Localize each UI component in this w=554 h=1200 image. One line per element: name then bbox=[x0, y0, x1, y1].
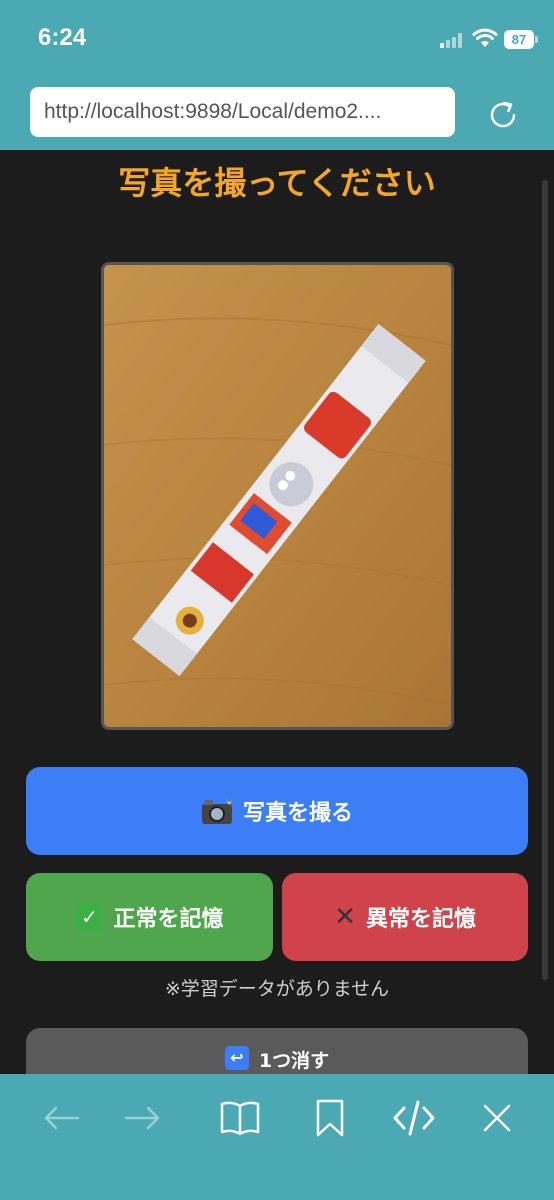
close-icon[interactable] bbox=[475, 1096, 519, 1140]
save-abnormal-button[interactable]: ✕ 異常を記憶 bbox=[282, 873, 528, 961]
x-mark-icon: ✕ bbox=[334, 902, 356, 932]
return-arrow-icon: ↩ bbox=[224, 1046, 249, 1070]
book-icon[interactable] bbox=[218, 1096, 262, 1140]
forward-arrow-icon[interactable] bbox=[120, 1096, 164, 1140]
browser-toolbar bbox=[0, 1074, 554, 1200]
undo-one-button[interactable]: ↩ 1つ消す bbox=[26, 1028, 528, 1074]
captured-photo bbox=[104, 265, 451, 727]
page-title: 写真を撮ってください bbox=[118, 164, 436, 202]
status-bar: 6:24 87 bbox=[0, 0, 554, 80]
bookmark-icon[interactable] bbox=[308, 1096, 352, 1140]
capture-photo-label: 写真を撮る bbox=[242, 801, 353, 826]
battery-icon: 87 bbox=[504, 30, 538, 49]
check-mark-icon: ✓ bbox=[75, 903, 104, 931]
reload-icon[interactable] bbox=[484, 96, 522, 134]
scrollbar[interactable] bbox=[542, 180, 548, 980]
camera-preview bbox=[101, 262, 454, 730]
wifi-icon bbox=[472, 28, 498, 47]
save-normal-button[interactable]: ✓ 正常を記憶 bbox=[26, 873, 273, 961]
page-content: 写真を撮ってください 写真を撮る ✓ 正常を記憶 ✕ 異常を記憶 ※学習データが… bbox=[0, 150, 554, 1074]
save-normal-label: 正常を記憶 bbox=[113, 907, 224, 932]
save-abnormal-label: 異常を記憶 bbox=[365, 907, 476, 932]
undo-one-label: 1つ消す bbox=[258, 1050, 330, 1072]
capture-photo-button[interactable]: 写真を撮る bbox=[26, 767, 528, 855]
signal-icon bbox=[440, 32, 464, 48]
code-icon[interactable] bbox=[392, 1096, 436, 1140]
training-data-hint: ※学習データがありません bbox=[164, 978, 390, 1000]
status-time: 6:24 bbox=[38, 24, 87, 51]
back-arrow-icon[interactable] bbox=[40, 1096, 84, 1140]
url-field[interactable]: http://localhost:9898/Local/demo2.... bbox=[30, 87, 455, 137]
camera-flash-icon bbox=[201, 798, 232, 824]
browser-url-area: http://localhost:9898/Local/demo2.... bbox=[0, 80, 554, 150]
